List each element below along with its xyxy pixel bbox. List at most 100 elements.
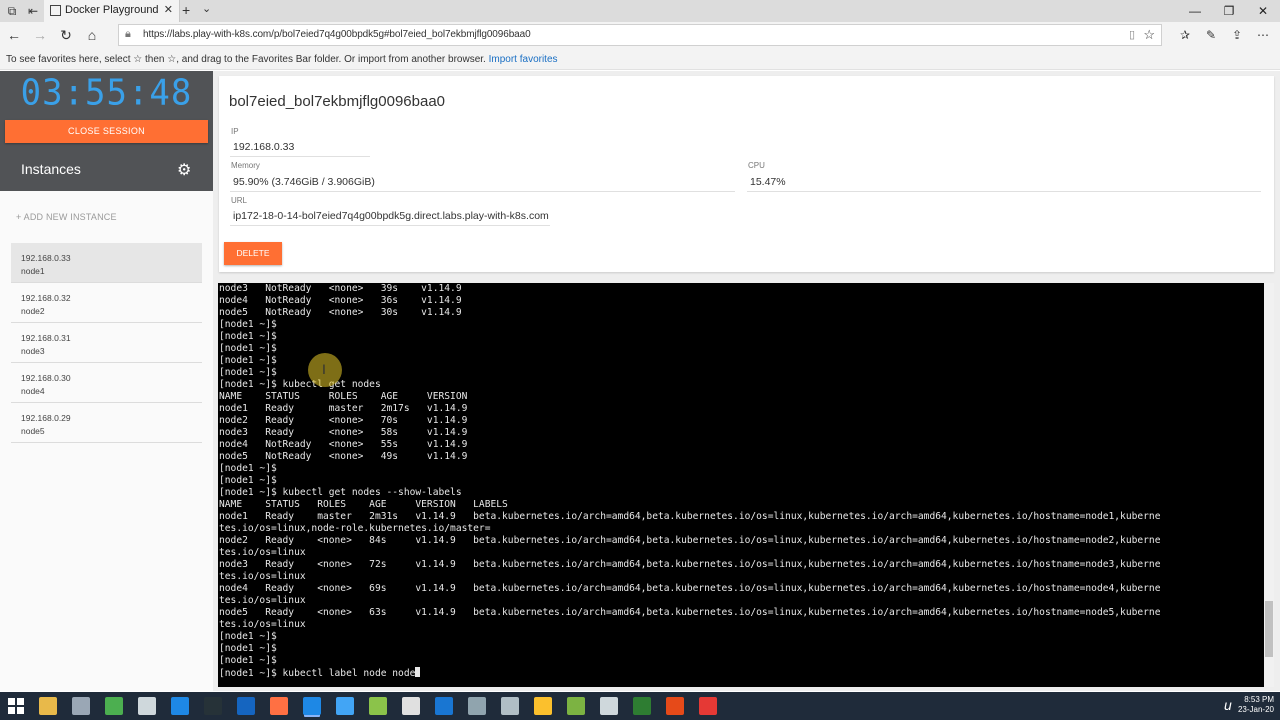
text-cursor-icon: I [322, 361, 326, 377]
tab-actions-icon[interactable]: ⧉ [3, 2, 21, 20]
terminal-output: node3 NotReady <none> 39s v1.14.9 node4 N… [219, 283, 1160, 679]
terminal-line: node5 Ready <none> 63s v1.14.9 beta.kube… [219, 607, 1161, 618]
windows-start-icon[interactable] [8, 698, 24, 714]
paint-icon[interactable] [72, 697, 90, 715]
terminal-line: [node1 ~]$ [219, 463, 277, 474]
tab-title: Docker Playground [65, 4, 159, 16]
add-new-instance-button[interactable]: + ADD NEW INSTANCE [16, 212, 117, 222]
udemy-logo-icon: u [1224, 697, 1232, 713]
photos-icon[interactable] [369, 697, 387, 715]
instance-item-node3[interactable]: 192.168.0.31 node3 [11, 323, 202, 363]
import-favorites-link[interactable]: Import favorites [489, 54, 558, 65]
recorder-icon[interactable] [699, 697, 717, 715]
memory-label: Memory [231, 161, 260, 170]
terminal-line: [node1 ~]$ [219, 343, 277, 354]
network-icon[interactable] [435, 697, 453, 715]
instance-item-node4[interactable]: 192.168.0.30 node4 [11, 363, 202, 403]
terminal[interactable]: node3 NotReady <none> 39s v1.14.9 node4 N… [218, 283, 1264, 687]
session-panel: 03:55:48 CLOSE SESSION Instances ⚙ [0, 71, 213, 191]
instance-name: node3 [21, 346, 45, 356]
system-clock[interactable]: 8:53 PM 23-Jan-20 [1238, 695, 1274, 715]
url-field[interactable]: 🔒︎ https://labs.play-with-k8s.com/p/bol7… [118, 24, 1162, 46]
refresh-icon[interactable]: ↻ [56, 26, 76, 44]
reading-view-icon[interactable]: ▯ [1129, 28, 1135, 41]
close-session-button[interactable]: CLOSE SESSION [5, 120, 208, 143]
scrollbar-thumb[interactable] [1265, 601, 1273, 657]
terminal-line: node3 Ready <none> 72s v1.14.9 beta.kube… [219, 559, 1161, 570]
instance-ip: 192.168.0.31 [21, 333, 71, 343]
instance-name: node5 [21, 426, 45, 436]
terminal-line: [node1 ~]$ [219, 367, 277, 378]
minimize-icon[interactable]: — [1178, 0, 1212, 22]
calculator-icon[interactable] [138, 697, 156, 715]
close-icon[interactable]: ✕ [1246, 0, 1280, 22]
instance-ip: 192.168.0.33 [21, 253, 71, 263]
instance-url-value[interactable]: ip172-18-0-14-bol7eied7q4g00bpdk5g.direc… [233, 210, 551, 222]
pen-icon[interactable]: ✎ [1202, 26, 1220, 44]
terminal-line: tes.io/os=linux,node-role.kubernetes.io/… [219, 523, 491, 534]
terminal-line: [node1 ~]$ [219, 655, 277, 666]
mail-icon[interactable] [600, 697, 618, 715]
url-text[interactable]: https://labs.play-with-k8s.com/p/bol7eie… [143, 29, 531, 40]
gear-icon[interactable]: ⚙ [177, 160, 191, 180]
notepad-plus-icon[interactable] [567, 697, 585, 715]
new-tab-button[interactable]: + [182, 2, 190, 18]
recycle-icon[interactable] [105, 697, 123, 715]
tab-close-icon[interactable]: ✕ [164, 3, 173, 16]
store-icon[interactable] [402, 697, 420, 715]
memory-underline [230, 191, 735, 192]
instance-name: node1 [21, 266, 45, 276]
more-icon[interactable]: ⋯ [1254, 26, 1272, 44]
maximize-icon[interactable]: ❐ [1212, 0, 1246, 22]
terminal-line: [node1 ~]$ [219, 643, 277, 654]
ip-value: 192.168.0.33 [233, 141, 295, 153]
url-underline [230, 225, 550, 226]
clock-date: 23-Jan-20 [1237, 705, 1274, 714]
terminal-line: node3 NotReady <none> 39s v1.14.9 [219, 283, 462, 294]
address-bar-row: ← → ↻ ⌂ 🔒︎ https://labs.play-with-k8s.co… [0, 22, 1280, 48]
browser-tab-bar: ⧉ ⇤ Docker Playground ✕ + ⌄ — ❐ ✕ [0, 0, 1280, 22]
terminal-icon[interactable] [204, 697, 222, 715]
forward-arrow-icon[interactable]: → [30, 26, 50, 44]
terminal-line: tes.io/os=linux [219, 619, 306, 630]
tabs-aside-icon[interactable]: ⇤ [24, 2, 42, 20]
terminal-scrollbar[interactable] [1264, 283, 1274, 687]
page: 03:55:48 CLOSE SESSION Instances ⚙ + ADD… [0, 71, 1280, 691]
instance-item-node2[interactable]: 192.168.0.32 node2 [11, 283, 202, 323]
favorites-icon[interactable]: ✰ [1176, 26, 1194, 44]
terminal-line: node5 NotReady <none> 30s v1.14.9 [219, 307, 462, 318]
excel-icon[interactable] [633, 697, 651, 715]
tab-docker-playground[interactable]: Docker Playground ✕ [44, 0, 180, 22]
tab-list-chevron-icon[interactable]: ⌄ [202, 2, 211, 15]
terminal-line: tes.io/os=linux [219, 571, 306, 582]
terminal-cursor [415, 667, 421, 677]
terminal-line: node4 Ready <none> 69s v1.14.9 beta.kube… [219, 583, 1161, 594]
share-icon[interactable]: ⇪ [1228, 26, 1246, 44]
file-explorer-icon[interactable] [39, 697, 57, 715]
firefox-icon[interactable] [270, 697, 288, 715]
remote-desktop-icon[interactable] [468, 697, 486, 715]
terminal-line: [node1 ~]$ [219, 631, 277, 642]
powerpoint-icon[interactable] [666, 697, 684, 715]
powershell-icon[interactable] [237, 697, 255, 715]
terminal-line: node2 Ready <none> 70s v1.14.9 [219, 415, 468, 426]
home-icon[interactable]: ⌂ [82, 26, 102, 44]
skype-icon[interactable] [171, 697, 189, 715]
instance-name: node4 [21, 386, 45, 396]
chrome-icon[interactable] [534, 697, 552, 715]
instance-item-node1[interactable]: 192.168.0.33 node1 [11, 243, 202, 283]
favorite-star-icon[interactable]: ☆ [1143, 27, 1155, 43]
terminal-line: node4 NotReady <none> 36s v1.14.9 [219, 295, 462, 306]
terminal-line: [node1 ~]$ kubectl get nodes --show-labe… [219, 487, 462, 498]
instance-title: bol7eied_bol7ekbmjflg0096baa0 [229, 93, 446, 110]
terminal-line: node5 NotReady <none> 49s v1.14.9 [219, 451, 468, 462]
cpu-value: 15.47% [750, 176, 786, 188]
ie-icon[interactable] [336, 697, 354, 715]
back-arrow-icon[interactable]: ← [4, 26, 24, 44]
edge-icon[interactable] [303, 697, 321, 715]
terminal-line: tes.io/os=linux [219, 595, 306, 606]
delete-instance-button[interactable]: DELETE [224, 242, 282, 265]
globe-icon[interactable] [501, 697, 519, 715]
instance-ip: 192.168.0.32 [21, 293, 71, 303]
instance-item-node5[interactable]: 192.168.0.29 node5 [11, 403, 202, 443]
